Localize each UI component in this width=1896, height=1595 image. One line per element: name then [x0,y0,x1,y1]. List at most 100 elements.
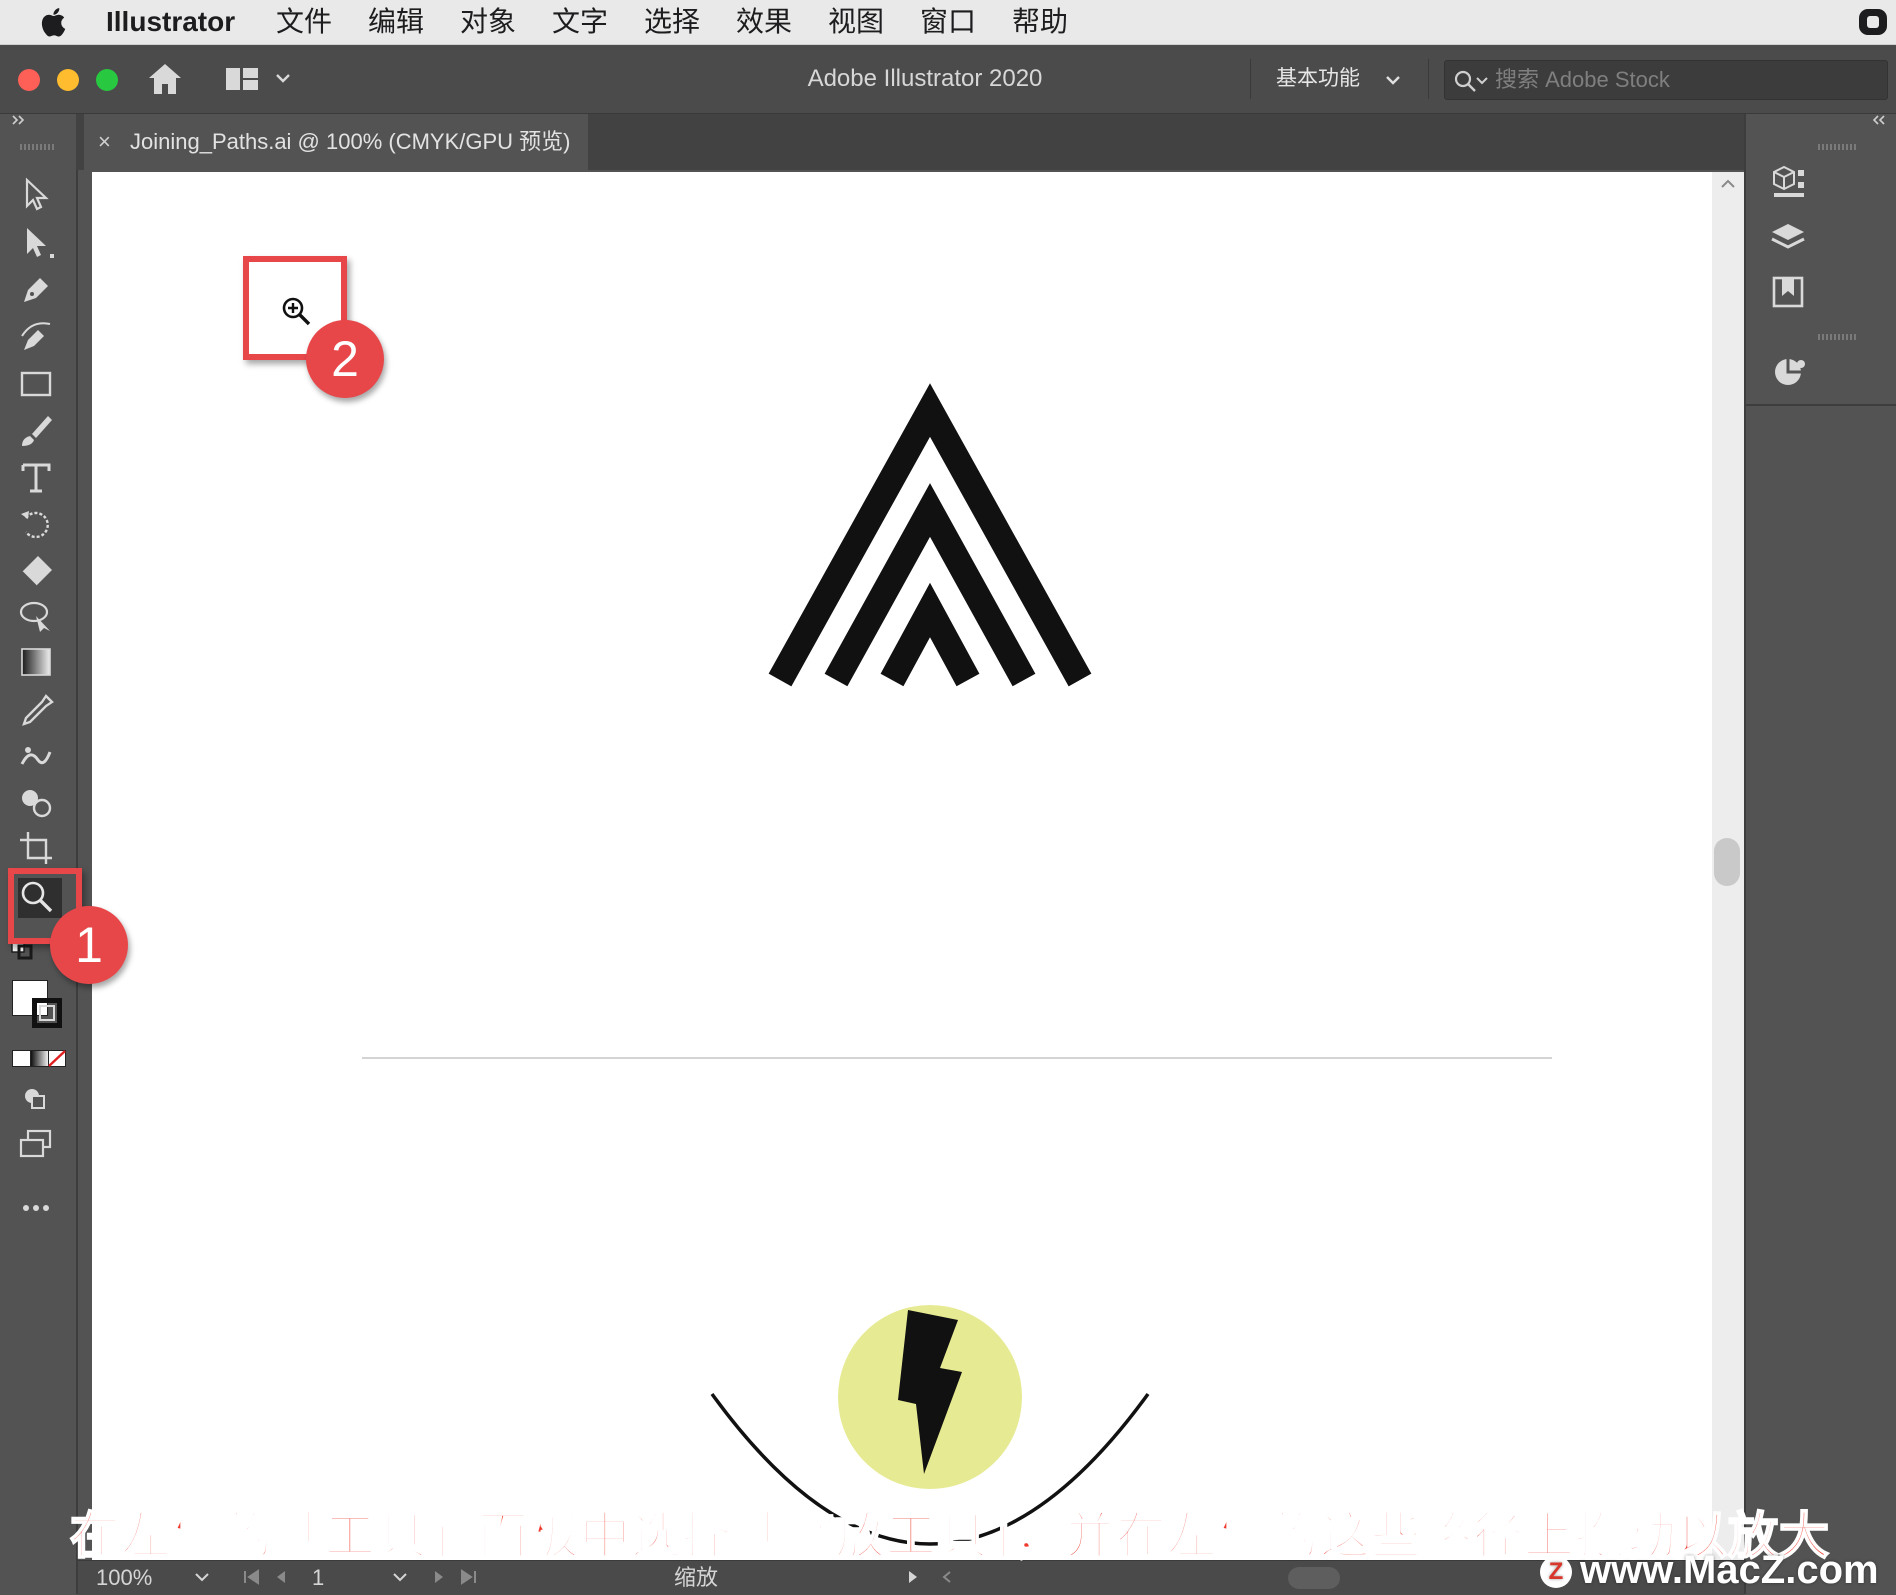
artboard-chevron-down-icon[interactable] [392,1571,408,1583]
collapse-panel-icon[interactable] [1870,112,1888,128]
libraries-icon[interactable] [1768,272,1808,312]
scroll-up-icon[interactable] [1720,178,1736,190]
lasso-tool[interactable] [18,598,62,638]
watermark: Zwww.MacZ.com [1540,1548,1879,1592]
status-menu-arrow-icon[interactable] [906,1569,920,1585]
direct-selection-arrow-icon [27,228,54,258]
paintbrush-tool[interactable] [18,412,62,452]
color-mode-button[interactable] [12,1050,31,1067]
chevron-down-icon[interactable] [274,71,292,85]
stock-search-input[interactable] [1495,61,1875,99]
type-t-icon [21,463,51,493]
curvature-pen-icon [21,322,51,350]
selection-tool[interactable] [18,176,62,216]
zoom-window-button[interactable] [96,69,118,91]
shape-builder-icon [22,790,52,818]
artboard-tool[interactable] [18,830,62,870]
panel-grip[interactable] [1818,144,1858,150]
scroll-left-icon[interactable] [940,1569,954,1585]
workspace-chevron-down-icon[interactable] [1384,73,1402,87]
rectangle-tool[interactable] [18,366,62,406]
gradient-mode-button[interactable] [30,1050,49,1067]
menu-help[interactable]: 帮助 [1012,0,1068,44]
menu-object[interactable]: 对象 [460,0,516,44]
eyedropper-icon [22,694,54,726]
screen-mode-button[interactable] [18,1126,62,1166]
minimize-window-button[interactable] [57,69,79,91]
panel-grip[interactable] [20,144,56,150]
selection-arrow-icon [25,177,49,211]
stock-search-box[interactable] [1444,60,1888,100]
layers-icon[interactable] [1768,218,1808,258]
document-tab-title: Joining_Paths.ai @ 100% (CMYK/GPU 预览) [130,129,571,154]
artboard-number[interactable]: 1 [312,1563,324,1593]
direct-selection-tool[interactable] [18,224,62,264]
chevron-outer-path[interactable] [768,383,1092,687]
draw-mode-button[interactable] [18,1082,62,1122]
draw-mode-icon [25,1089,45,1109]
gradient-tool[interactable] [18,644,62,684]
tools-panel [0,114,78,1594]
menu-select[interactable]: 选择 [644,0,700,44]
current-tool-name: 缩放 [674,1565,719,1590]
search-options-chevron-icon[interactable] [1475,75,1489,87]
watermark-text: www.MacZ.com [1580,1548,1879,1592]
warp-hand-icon [20,747,52,765]
apple-logo-icon[interactable] [38,5,72,39]
watermark-logo-icon: Z [1540,1556,1572,1589]
callout-badge-1: 1 [50,906,128,984]
divider [1428,59,1429,99]
screen-record-icon[interactable] [1858,8,1888,36]
stroke-swatch[interactable] [32,998,62,1028]
document-tab[interactable]: × Joining_Paths.ai @ 100% (CMYK/GPU 预览) [84,114,588,170]
window-title: Adobe Illustrator 2020 [807,65,1043,92]
menu-effect[interactable]: 效果 [736,0,792,44]
puppet-warp-tool[interactable] [18,738,62,778]
workspace-switcher[interactable]: 基本功能 [1276,45,1360,113]
color-guide-icon[interactable] [1768,352,1808,392]
divider [1746,404,1896,406]
menu-app-name[interactable]: Illustrator [106,0,235,44]
type-tool[interactable] [18,460,62,500]
search-icon [1454,70,1476,92]
paintbrush-icon [22,416,52,446]
previous-artboard-icon[interactable] [274,1569,288,1585]
chevron-inner-path[interactable] [880,582,980,687]
eraser-tool[interactable] [18,552,62,592]
rectangle-icon [20,371,52,397]
app-title-bar: Adobe Illustrator 2020 基本功能 [0,45,1896,114]
zoom-chevron-down-icon[interactable] [194,1571,210,1583]
rotate-tool[interactable] [18,506,62,546]
arrange-documents-icon[interactable] [224,65,260,93]
none-mode-icon[interactable] [48,1050,66,1067]
rotate-icon [21,511,49,539]
eyedropper-tool[interactable] [18,692,62,732]
document-tab-bar: × Joining_Paths.ai @ 100% (CMYK/GPU 预览) [76,114,1744,170]
last-artboard-icon[interactable] [458,1569,478,1585]
menu-edit[interactable]: 编辑 [368,0,424,44]
divider [1250,59,1251,99]
close-tab-button[interactable]: × [98,114,111,170]
curvature-tool[interactable] [18,318,62,358]
panel-grip[interactable] [1818,334,1858,340]
zoom-level[interactable]: 100% [96,1563,152,1593]
horizontal-scroll-thumb[interactable] [1288,1567,1340,1589]
home-icon[interactable] [146,61,184,97]
vertical-scrollbar[interactable] [1712,172,1744,1562]
scroll-thumb[interactable] [1714,838,1740,886]
next-artboard-icon[interactable] [432,1569,446,1585]
gradient-icon [21,648,51,676]
edit-toolbar-button[interactable] [18,1190,62,1230]
close-window-button[interactable] [18,69,40,91]
pen-icon [24,278,48,302]
pen-tool[interactable] [18,270,62,310]
more-dots-icon [23,1205,49,1211]
menu-view[interactable]: 视图 [828,0,884,44]
first-artboard-icon[interactable] [242,1569,262,1585]
menu-window[interactable]: 窗口 [920,0,976,44]
expand-panel-icon[interactable] [10,112,28,128]
menu-type[interactable]: 文字 [552,0,608,44]
properties-icon[interactable] [1768,162,1808,202]
menu-file[interactable]: 文件 [276,0,332,44]
shape-builder-tool[interactable] [18,784,62,824]
